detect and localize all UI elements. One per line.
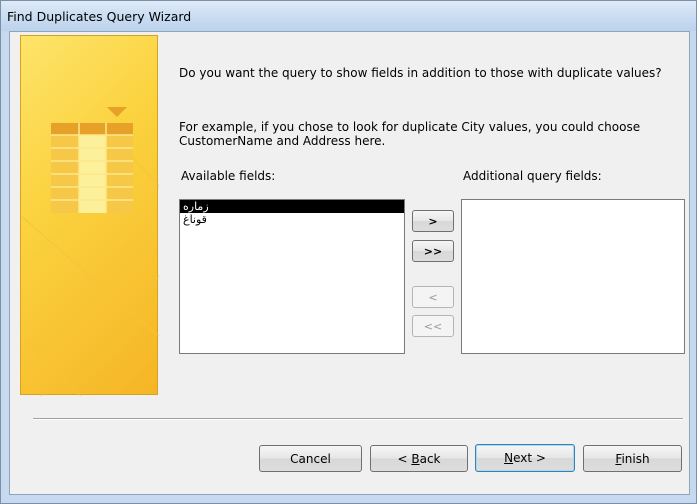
next-button[interactable]: Next > [475,444,575,472]
window-title: Find Duplicates Query Wizard [7,9,192,24]
example-text-line1: For example, if you chose to look for du… [179,120,641,134]
back-mnemonic: B [411,451,420,466]
table-illustration-icon [21,107,159,396]
cancel-button[interactable]: Cancel [259,445,362,472]
footer-separator [33,418,683,420]
remove-field-button[interactable]: < [412,286,454,308]
next-mnemonic: N [504,451,514,465]
wizard-banner-image [20,35,159,396]
available-fields-list[interactable]: زماره قوناغ [179,199,405,354]
finish-button[interactable]: Finish [583,445,682,472]
back-rest: ack [419,451,441,466]
finish-rest: inish [621,451,650,466]
remove-all-fields-button[interactable]: << [412,315,454,337]
next-rest: ext > [513,451,546,465]
additional-fields-list[interactable] [461,199,685,354]
add-all-fields-button[interactable]: >> [412,240,454,262]
question-text: Do you want the query to show fields in … [179,66,662,80]
additional-fields-label: Additional query fields: [463,169,602,183]
list-item[interactable]: زماره [180,200,404,213]
add-field-button[interactable]: > [412,210,454,232]
back-button[interactable]: < Back [370,445,468,472]
title-bar[interactable]: Find Duplicates Query Wizard [1,1,696,31]
back-prefix: < [397,451,412,466]
list-item[interactable]: قوناغ [180,213,404,226]
example-text-line2: CustomerName and Address here. [179,134,386,148]
available-fields-label: Available fields: [181,169,276,183]
